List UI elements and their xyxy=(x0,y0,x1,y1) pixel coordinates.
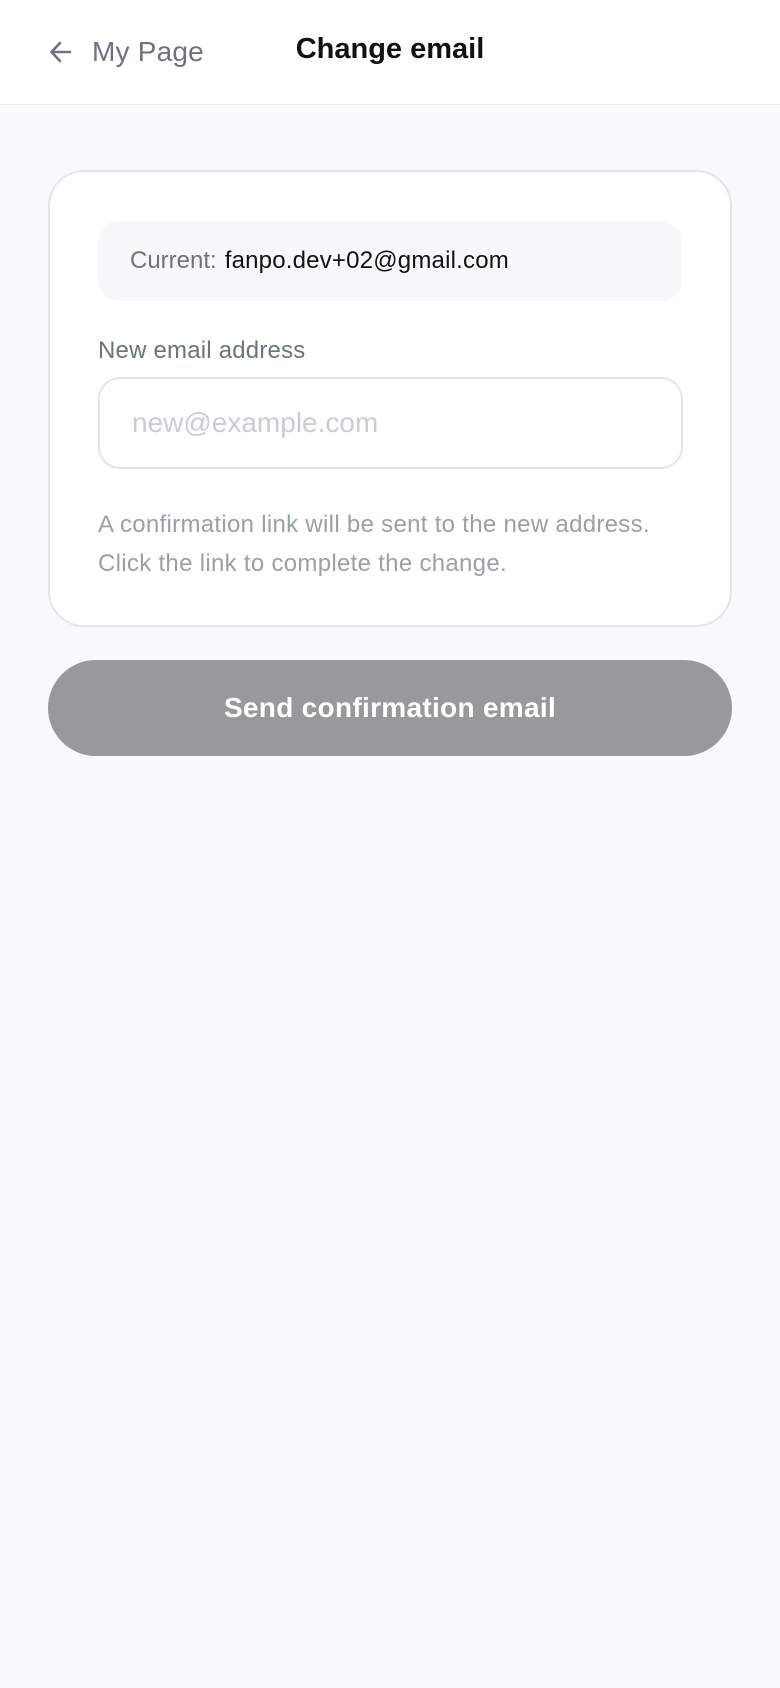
send-confirmation-button[interactable]: Send confirmation email xyxy=(48,660,732,756)
page-title: Change email xyxy=(295,33,485,65)
current-email-box: Current: fanpo.dev+02@gmail.com xyxy=(98,221,682,301)
change-email-card: Current: fanpo.dev+02@gmail.com New emai… xyxy=(48,170,732,627)
current-email-label: Current: xyxy=(130,247,217,274)
current-email-value: fanpo.dev+02@gmail.com xyxy=(224,247,509,274)
new-email-label: New email address xyxy=(98,337,306,364)
confirmation-hint: A confirmation link will be sent to the … xyxy=(98,505,698,583)
hint-line-1: A confirmation link will be sent to the … xyxy=(98,511,650,538)
hint-line-2: Click the link to complete the change. xyxy=(98,550,507,577)
new-email-input[interactable] xyxy=(98,377,683,469)
top-bar: My Page Change email xyxy=(0,0,780,105)
